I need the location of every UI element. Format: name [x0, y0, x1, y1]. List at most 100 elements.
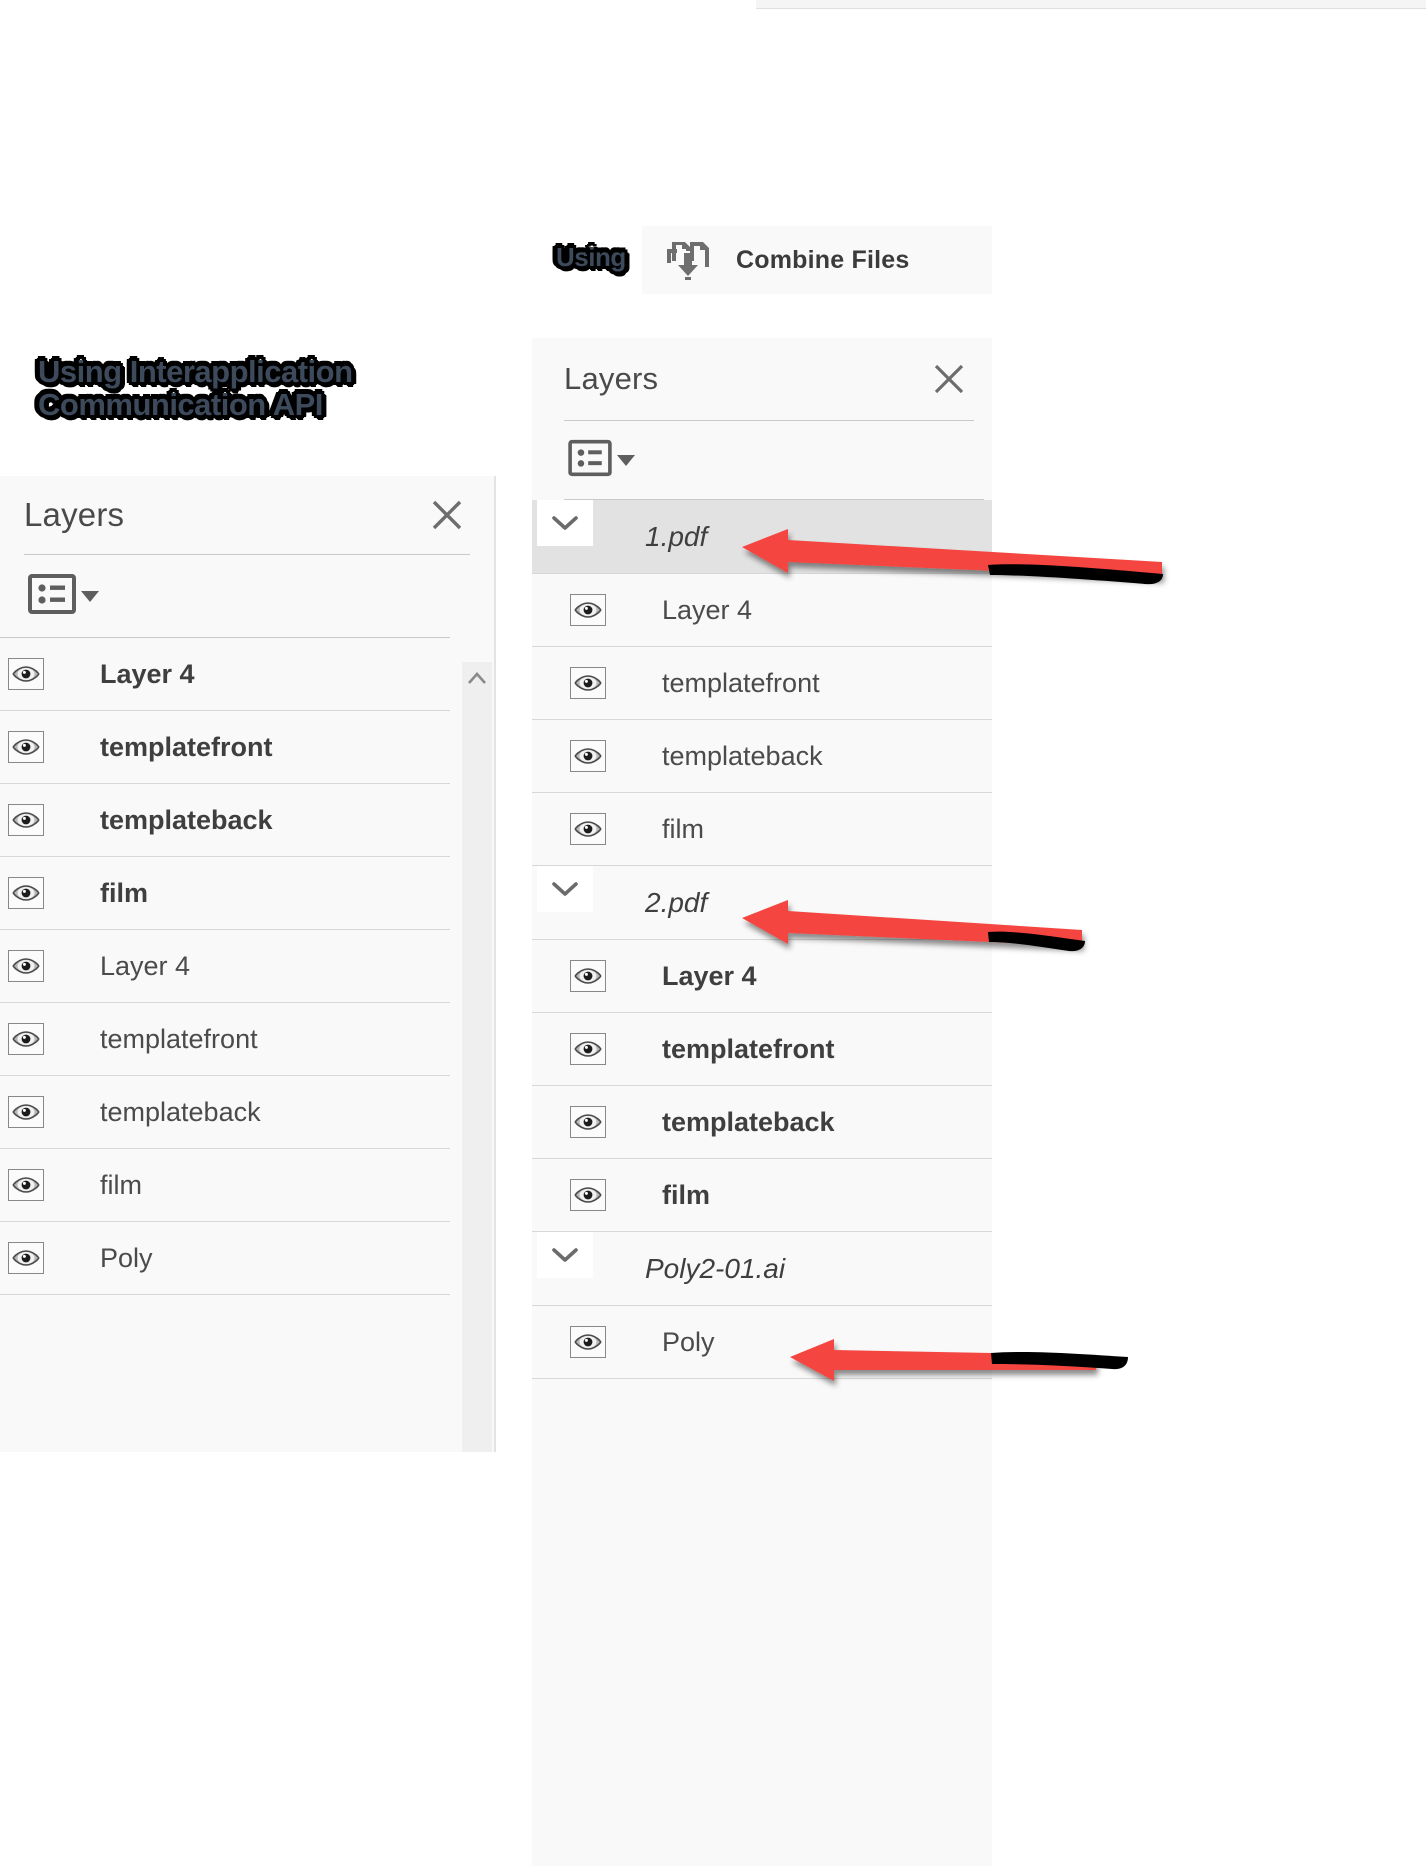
layer-row[interactable]: film — [0, 1149, 450, 1222]
layer-row[interactable]: film — [532, 1159, 992, 1232]
vertical-scrollbar[interactable] — [462, 662, 492, 1452]
layer-visibility-toggle[interactable] — [570, 1033, 606, 1065]
eye-icon — [574, 1334, 602, 1350]
layer-visibility-toggle[interactable] — [8, 1169, 44, 1201]
combine-files-label: Combine Files — [736, 245, 910, 274]
layer-visibility-toggle[interactable] — [8, 877, 44, 909]
layer-name: templateback — [662, 740, 823, 771]
layer-name: templateback — [100, 804, 273, 835]
layer-name: Layer 4 — [100, 950, 191, 981]
layer-options-row — [532, 421, 992, 499]
chevron-down-icon — [81, 590, 99, 602]
layer-row[interactable]: Layer 4 — [0, 638, 450, 711]
chevron-down-icon — [617, 454, 635, 466]
layer-visibility-toggle[interactable] — [8, 804, 44, 836]
eye-icon — [12, 666, 40, 682]
layer-name: templateback — [100, 1096, 261, 1127]
group-expand-toggle[interactable] — [537, 866, 593, 912]
layer-visibility-toggle[interactable] — [570, 740, 606, 772]
layer-row[interactable]: templatefront — [0, 1003, 450, 1076]
panel-header: Layers — [0, 476, 494, 554]
chevron-down-icon — [552, 1248, 578, 1262]
layer-list: Layer 4 templatefront templateback film Laye… — [0, 638, 494, 1295]
layer-row[interactable]: templateback — [0, 1076, 450, 1149]
layer-row[interactable]: Layer 4 — [0, 930, 450, 1003]
layer-name: film — [100, 877, 149, 908]
eye-icon — [574, 821, 602, 837]
annotation-right-note: Using — [556, 242, 626, 272]
layer-row[interactable]: Poly — [0, 1222, 450, 1295]
group-expand-toggle[interactable] — [537, 500, 593, 546]
close-icon[interactable] — [426, 494, 468, 536]
layer-visibility-toggle[interactable] — [570, 813, 606, 845]
layer-name: Poly — [100, 1242, 153, 1273]
annotation-black-stroke-3 — [991, 1351, 1128, 1370]
layer-name: film — [662, 1179, 711, 1210]
layer-group-name: 2.pdf — [645, 886, 708, 918]
layer-name: templatefront — [662, 667, 820, 698]
eye-icon — [12, 739, 40, 755]
layer-row[interactable]: templatefront — [0, 711, 450, 784]
layer-visibility-toggle[interactable] — [8, 950, 44, 982]
layer-name: Poly — [662, 1326, 715, 1357]
combine-files-toolbar-item[interactable]: Combine Files — [642, 226, 992, 294]
layer-name: templatefront — [662, 1033, 835, 1064]
layer-visibility-toggle[interactable] — [570, 594, 606, 626]
combine-files-icon — [664, 235, 714, 285]
layer-row[interactable]: film — [0, 857, 450, 930]
layer-options-icon — [28, 573, 76, 620]
layer-row[interactable]: templateback — [0, 784, 450, 857]
layer-name: film — [662, 813, 704, 844]
close-icon[interactable] — [928, 358, 970, 400]
top-edge-strip — [756, 0, 1426, 9]
layer-options-icon — [568, 439, 612, 482]
eye-icon — [574, 1114, 602, 1130]
eye-icon — [574, 1187, 602, 1203]
eye-icon — [574, 675, 602, 691]
annotation-left-note: Using Interapplication Communication API — [38, 354, 353, 423]
chevron-down-icon — [552, 516, 578, 530]
layer-row[interactable]: templateback — [532, 720, 992, 793]
page-title: Layers — [24, 496, 125, 533]
layer-visibility-toggle[interactable] — [8, 1023, 44, 1055]
layer-visibility-toggle[interactable] — [8, 658, 44, 690]
layer-visibility-toggle[interactable] — [570, 1326, 606, 1358]
eye-icon — [12, 958, 40, 974]
eye-icon — [574, 602, 602, 618]
eye-icon — [12, 812, 40, 828]
layer-group-name: Poly2-01.ai — [645, 1252, 786, 1284]
layer-visibility-toggle[interactable] — [570, 960, 606, 992]
layer-name: Layer 4 — [100, 658, 195, 689]
layer-options-row — [0, 555, 494, 637]
layer-name: templateback — [662, 1106, 835, 1137]
layer-name: film — [100, 1169, 142, 1200]
layer-group-row[interactable]: Poly2-01.ai — [532, 1232, 992, 1306]
eye-icon — [12, 885, 40, 901]
layer-visibility-toggle[interactable] — [8, 1096, 44, 1128]
panel-header: Layers — [532, 338, 992, 420]
page-title: Layers — [564, 361, 659, 396]
layer-visibility-toggle[interactable] — [8, 731, 44, 763]
layer-options-button[interactable] — [568, 439, 635, 482]
layer-row[interactable]: film — [532, 793, 992, 866]
layer-row[interactable]: templateback — [532, 1086, 992, 1159]
chevron-down-icon — [552, 882, 578, 896]
layer-visibility-toggle[interactable] — [8, 1242, 44, 1274]
eye-icon — [12, 1031, 40, 1047]
chevron-up-icon[interactable] — [462, 664, 492, 694]
eye-icon — [12, 1250, 40, 1266]
layer-options-button[interactable] — [28, 573, 99, 620]
layer-visibility-toggle[interactable] — [570, 667, 606, 699]
layer-group-name: 1.pdf — [645, 520, 708, 552]
group-expand-toggle[interactable] — [537, 1232, 593, 1278]
eye-icon — [12, 1177, 40, 1193]
layer-visibility-toggle[interactable] — [570, 1179, 606, 1211]
annotation-black-stroke-1 — [988, 564, 1163, 585]
layer-row[interactable]: templatefront — [532, 647, 992, 720]
annotation-black-stroke-2 — [988, 931, 1085, 952]
eye-icon — [12, 1104, 40, 1120]
eye-icon — [574, 748, 602, 764]
layer-row[interactable]: templatefront — [532, 1013, 992, 1086]
eye-icon — [574, 1041, 602, 1057]
layer-visibility-toggle[interactable] — [570, 1106, 606, 1138]
